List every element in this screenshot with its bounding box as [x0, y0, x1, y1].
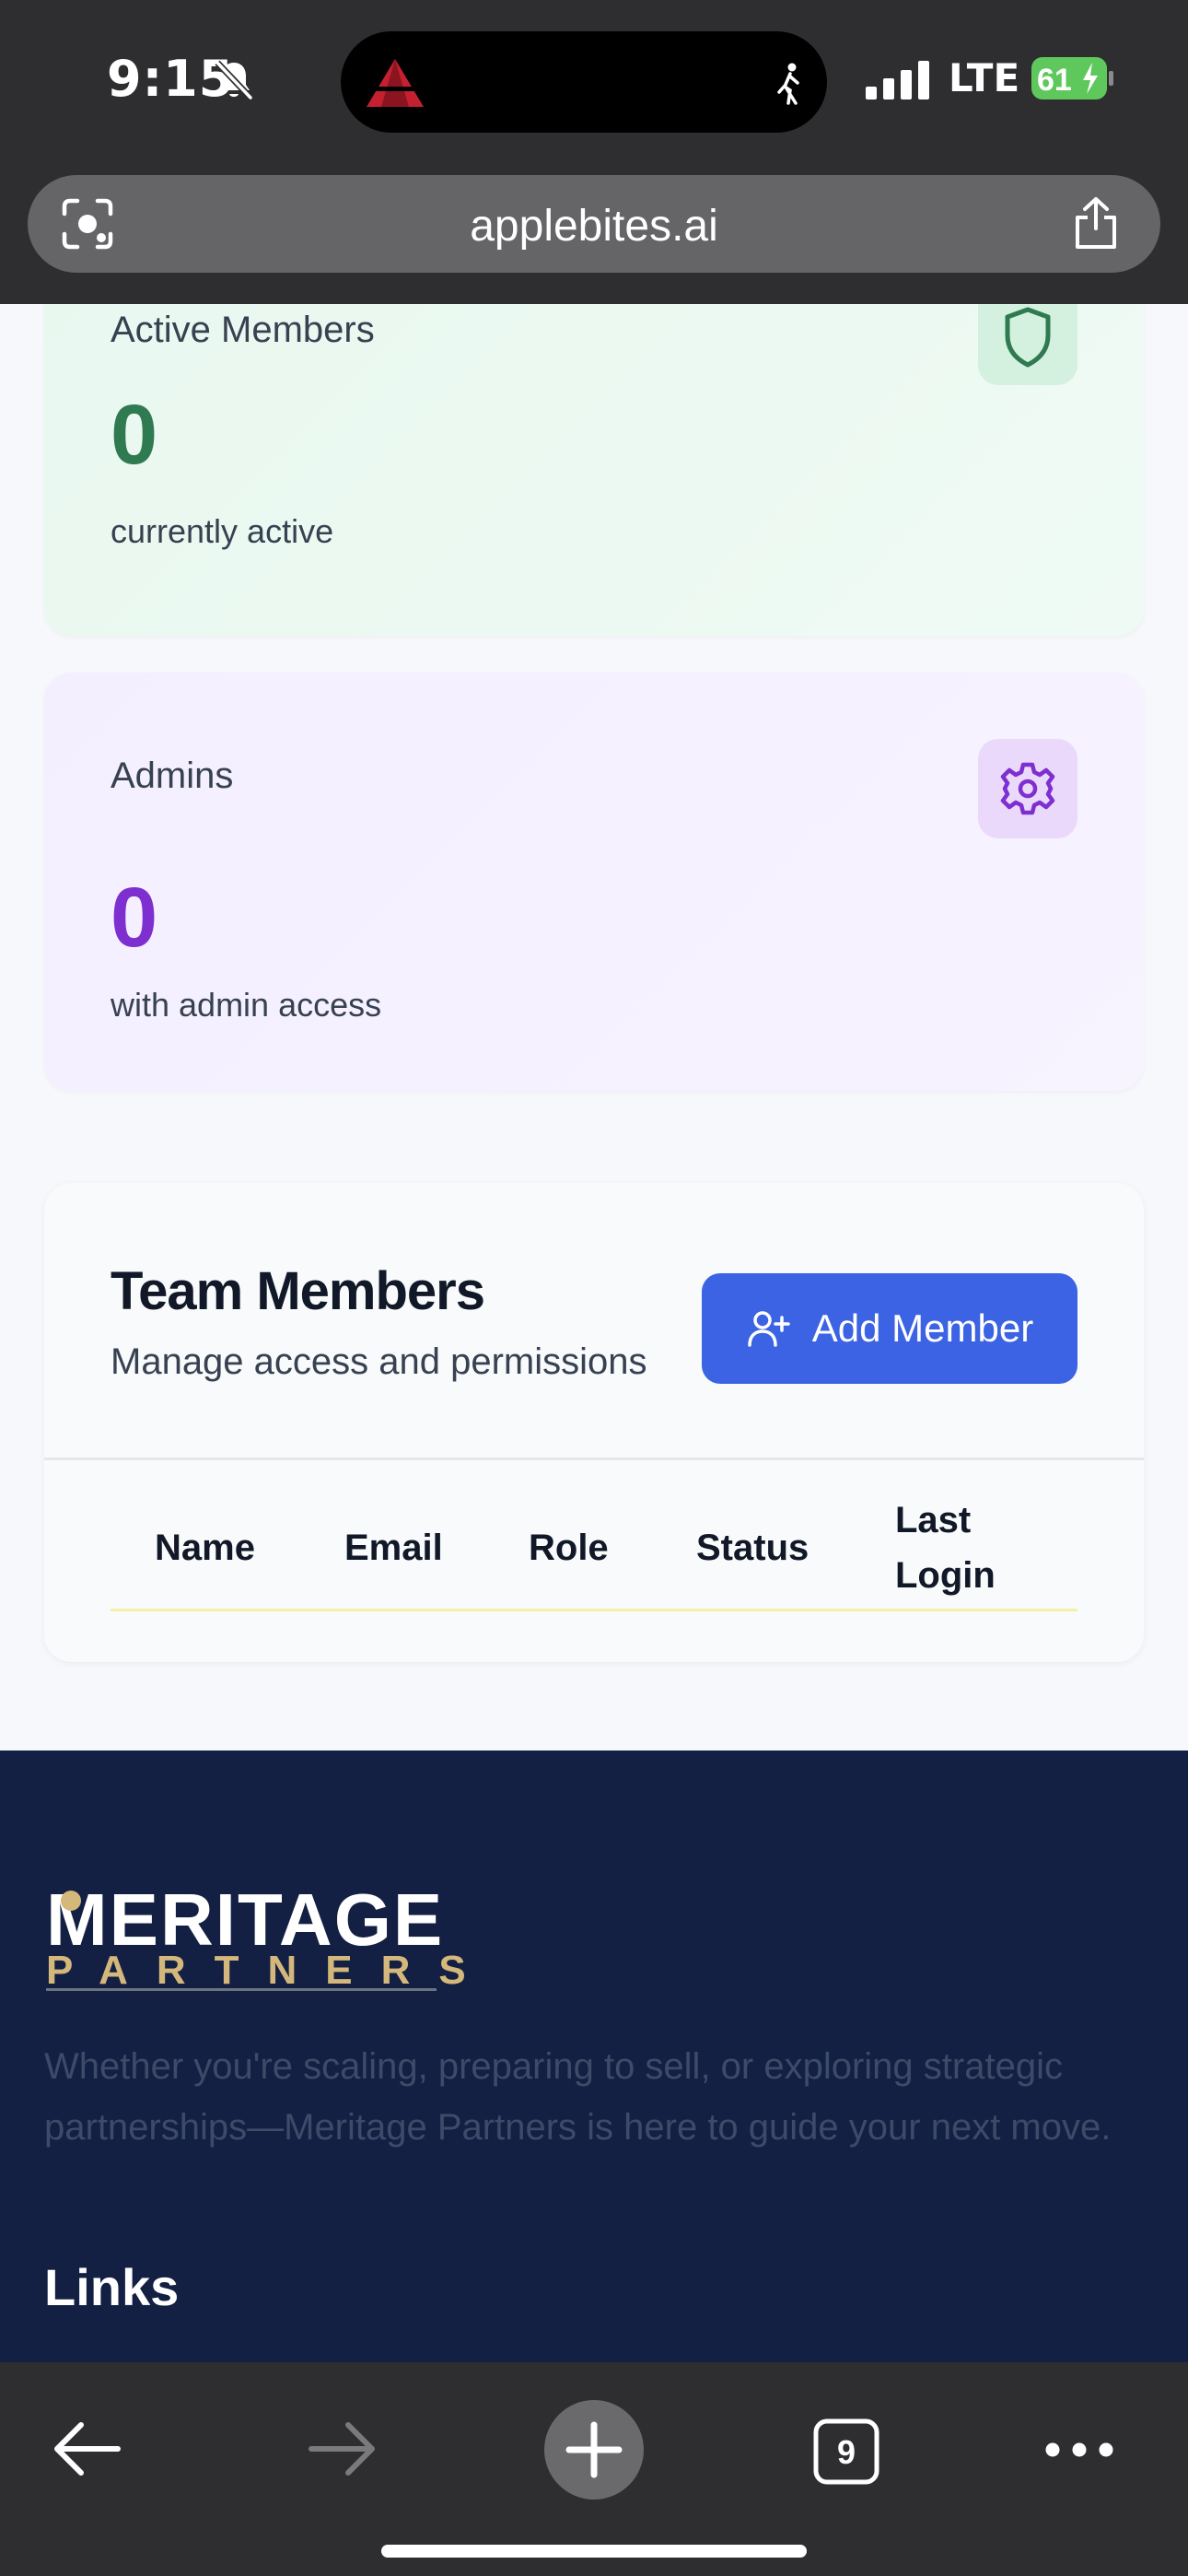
admins-label: Admins: [111, 755, 234, 796]
tab-count: 9: [837, 2433, 856, 2471]
battery-level: 61: [1037, 63, 1072, 98]
url-text[interactable]: applebites.ai: [28, 201, 1160, 252]
logo-dot: [61, 1891, 81, 1911]
logo-subtext: PARTNERS: [46, 1948, 495, 1993]
admins-value: 0: [111, 871, 158, 965]
forward-arrow-icon[interactable]: [308, 2419, 376, 2478]
column-header-name[interactable]: Name: [155, 1528, 255, 1569]
divider: [44, 1458, 1144, 1460]
walking-person-icon: [777, 63, 799, 105]
team-members-subtitle: Manage access and permissions: [111, 1341, 647, 1382]
browser-bottom-bar: 9: [0, 2362, 1188, 2576]
logo-underline: [46, 1988, 437, 1991]
active-members-card: Active Members 0 currently active: [44, 304, 1144, 636]
cellular-signal-icon: [866, 61, 929, 100]
team-members-title: Team Members: [111, 1261, 485, 1321]
table-header-border: [111, 1609, 1077, 1611]
bell-off-icon: [215, 60, 253, 100]
more-options-icon[interactable]: [1044, 2436, 1114, 2464]
gear-icon: [978, 739, 1077, 838]
page-content: Active Members 0 currently active Admins…: [0, 304, 1188, 1751]
user-plus-icon: [748, 1311, 790, 1347]
back-arrow-icon[interactable]: [53, 2419, 122, 2478]
tabs-icon[interactable]: 9: [812, 2418, 880, 2486]
column-header-last-login-line1[interactable]: Last: [895, 1500, 971, 1541]
active-members-value: 0: [111, 388, 158, 482]
shield-icon: [978, 304, 1077, 385]
active-members-label: Active Members: [111, 310, 375, 350]
footer-links-heading: Links: [44, 2258, 180, 2316]
address-bar[interactable]: applebites.ai: [28, 175, 1160, 273]
column-header-status[interactable]: Status: [696, 1528, 809, 1569]
carrier-label: LTE: [949, 55, 1020, 100]
site-footer: MERITAGE PARTNERS Whether you're scaling…: [0, 1751, 1188, 2362]
add-member-label: Add Member: [811, 1306, 1034, 1350]
column-header-email[interactable]: Email: [344, 1528, 443, 1569]
admins-sub: with admin access: [111, 986, 382, 1024]
column-header-last-login-line2[interactable]: Login: [895, 1555, 996, 1597]
team-members-card: Team Members Manage access and permissio…: [44, 1183, 1144, 1662]
admins-card: Admins 0 with admin access: [44, 673, 1144, 1091]
battery-icon: 61: [1031, 57, 1113, 100]
new-tab-icon[interactable]: [543, 2399, 645, 2500]
add-member-button[interactable]: Add Member: [702, 1273, 1077, 1384]
active-members-sub: currently active: [111, 512, 334, 550]
share-icon[interactable]: [1072, 195, 1120, 251]
dynamic-island: [341, 31, 827, 133]
column-header-role[interactable]: Role: [529, 1528, 609, 1569]
home-indicator[interactable]: [381, 2545, 807, 2558]
app-triangle-icon: [367, 59, 424, 107]
footer-tagline: Whether you're scaling, preparing to sel…: [44, 2046, 1112, 2148]
